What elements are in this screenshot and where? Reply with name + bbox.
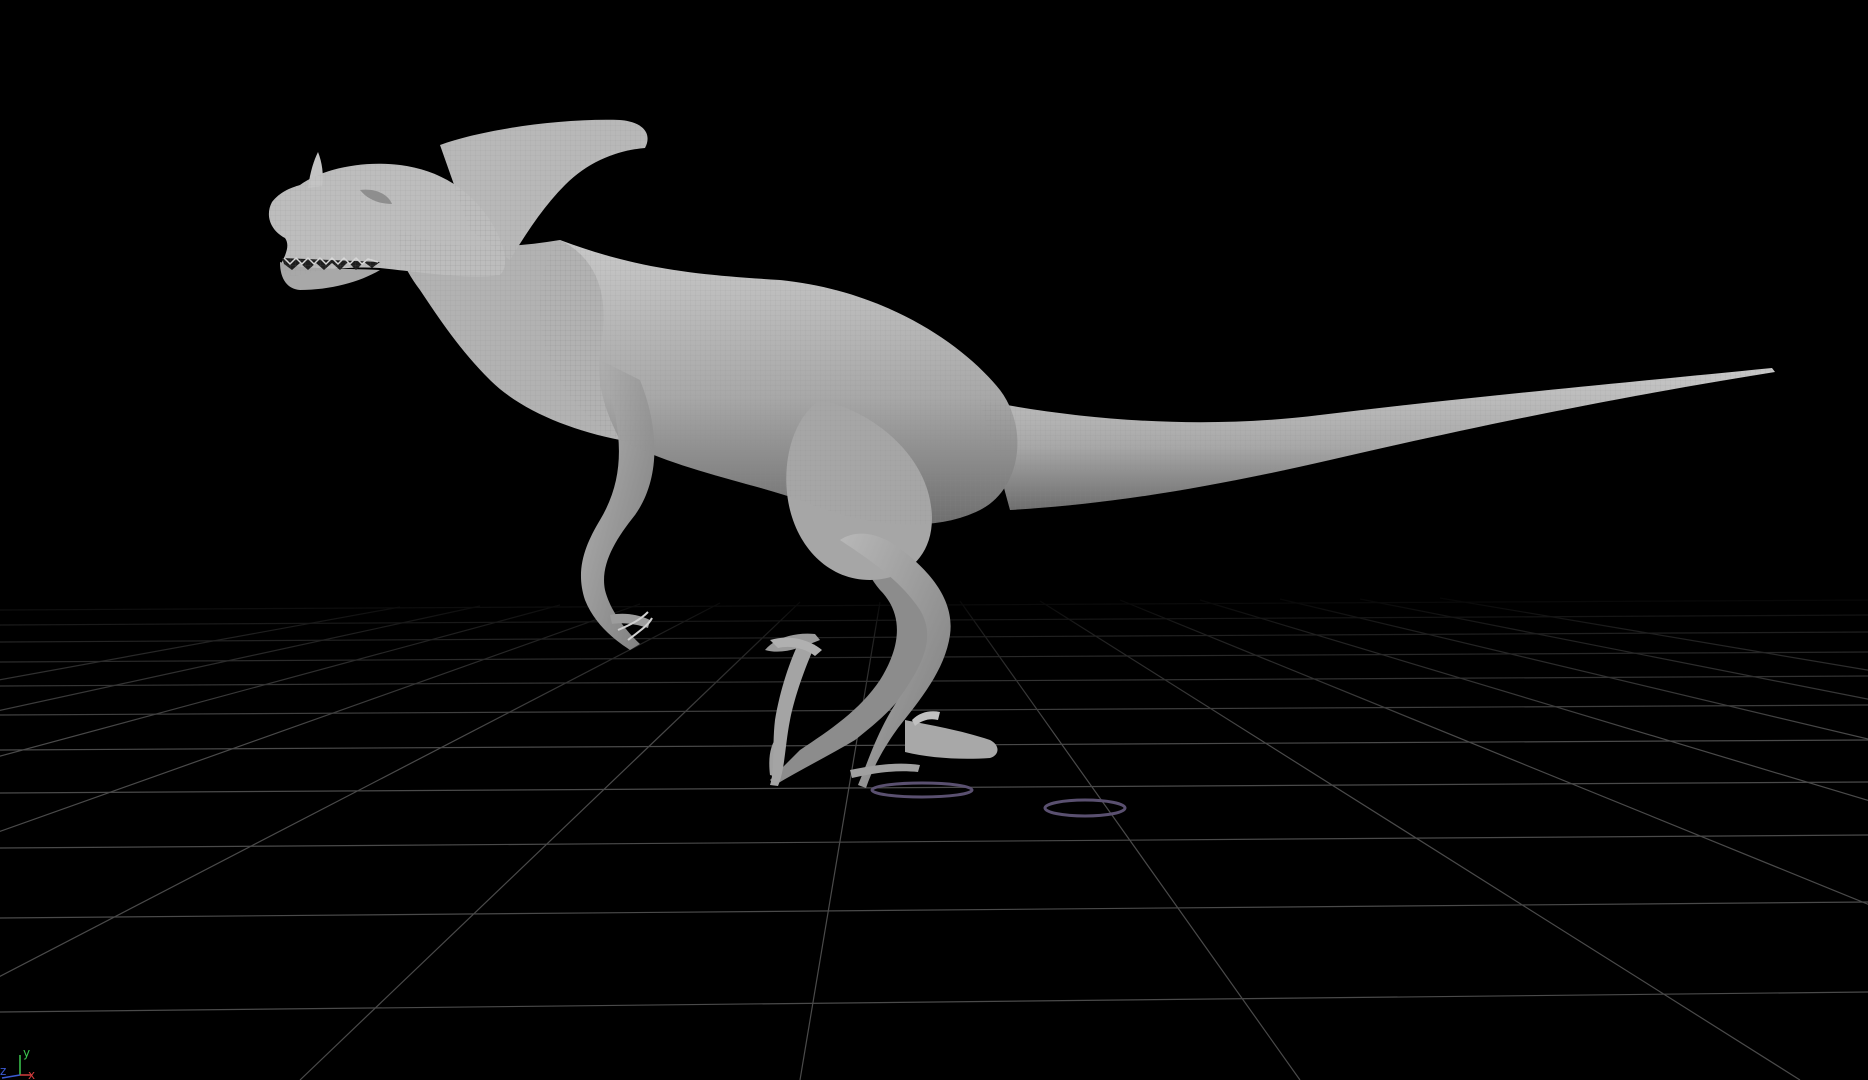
axis-gizmo-icon: y x z — [0, 1020, 50, 1080]
3d-viewport[interactable]: y x z — [0, 0, 1868, 1080]
viewport-scene[interactable] — [0, 0, 1868, 1080]
z-axis-label: z — [0, 1064, 6, 1078]
x-axis-label: x — [28, 1068, 35, 1080]
y-axis-label: y — [23, 1046, 30, 1060]
